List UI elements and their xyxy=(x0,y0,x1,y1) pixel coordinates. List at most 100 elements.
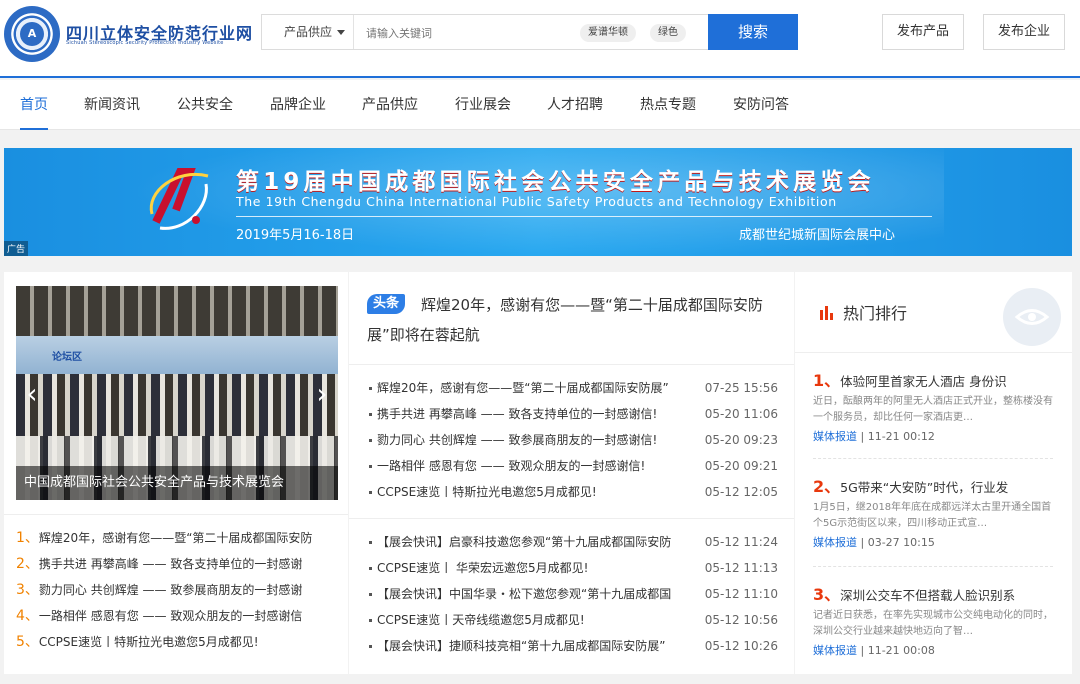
publish-company-button[interactable]: 发布企业 xyxy=(983,14,1065,50)
news-date: 05-12 10:56 xyxy=(704,613,778,627)
news-row[interactable]: 携手共进 再攀高峰 —— 致各支持单位的一封感谢信! 05-20 11:06 xyxy=(349,401,794,427)
news-title: 一路相伴 感恩有您 —— 致观众朋友的一封感谢信! xyxy=(377,459,646,473)
banner-title: 第19届中国成都国际社会公共安全产品与技术展览会 xyxy=(236,169,875,195)
nav-item-qa[interactable]: 安防问答 xyxy=(733,80,789,130)
search-tag[interactable]: 绿色 xyxy=(650,24,686,42)
bullet-icon xyxy=(369,413,372,416)
banner-venue: 成都世纪城新国际会展中心 xyxy=(739,228,896,243)
news-date: 05-12 12:05 xyxy=(704,485,778,499)
feature-caption[interactable]: 中国成都国际社会公共安全产品与技术展览会 xyxy=(16,466,338,500)
news-title: CCPSE速览丨 华荣宏远邀您5月成都见! xyxy=(377,561,589,575)
search-button[interactable]: 搜索 xyxy=(708,14,798,50)
bullet-icon xyxy=(369,593,372,596)
hot-number: 3、 xyxy=(813,585,841,604)
hot-source-link[interactable]: 媒体报道 xyxy=(813,644,857,657)
rank-title: 携手共进 再攀高峰 —— 致各支持单位的一封感谢 xyxy=(38,557,303,571)
hot-item[interactable]: 2、5G带来“大安防”时代，行业发 1月5日，继2018年年底在成都远洋太古里开… xyxy=(813,478,1053,550)
nav-item-exhibitions[interactable]: 行业展会 xyxy=(455,80,511,130)
news-row[interactable]: CCPSE速览丨特斯拉光电邀您5月成都见! 05-12 12:05 xyxy=(349,479,794,505)
hot-heading: 热门排行 xyxy=(843,304,908,323)
divider xyxy=(813,458,1053,459)
search-input[interactable] xyxy=(366,24,566,42)
search-tag[interactable]: 爱谱华顿 xyxy=(580,24,636,42)
feature-slideshow[interactable]: 论坛区 ‹ › 中国成都国际社会公共安全产品与技术展览会 xyxy=(16,286,338,500)
photo-wall-text: 论坛区 xyxy=(52,352,82,363)
news-list-bottom: 【展会快讯】启豪科技邀您参观“第十九届成都国际安防 05-12 11:24 CCP… xyxy=(349,518,794,659)
hot-ranking-panel: 热门排行 1、体验阿里首家无人酒店 身份识 近日，酝酿两年的阿里无人酒店正式开业… xyxy=(795,272,1072,674)
nav-item-products[interactable]: 产品供应 xyxy=(362,80,418,130)
bullet-icon xyxy=(369,541,372,544)
list-item[interactable]: 4、一路相伴 感恩有您 —— 致观众朋友的一封感谢信 xyxy=(4,603,348,629)
nav-item-home[interactable]: 首页 xyxy=(20,80,48,130)
hot-number: 2、 xyxy=(813,477,841,496)
bullet-icon xyxy=(369,387,372,390)
main-nav: 首页 新闻资讯 公共安全 品牌企业 产品供应 行业展会 人才招聘 热点专题 安防… xyxy=(0,80,1080,130)
list-item[interactable]: 3、勠力同心 共创辉煌 —— 致参展商朋友的一封感谢 xyxy=(4,577,348,603)
rank-number: 1、 xyxy=(16,530,39,546)
hot-item[interactable]: 1、体验阿里首家无人酒店 身份识 近日，酝酿两年的阿里无人酒店正式开业，整栋楼没… xyxy=(813,372,1053,444)
news-title: 【展会快讯】中国华录・松下邀您参观“第十九届成都国 xyxy=(377,587,672,601)
rank-list: 1、辉煌20年，感谢有您——暨“第二十届成都国际安防 2、携手共进 再攀高峰 —… xyxy=(4,514,348,655)
news-date: 05-12 11:24 xyxy=(704,535,778,549)
bullet-icon xyxy=(369,645,372,648)
news-row[interactable]: 辉煌20年，感谢有您——暨“第二十届成都国际安防展” 07-25 15:56 xyxy=(349,375,794,401)
news-row[interactable]: CCPSE速览丨 华荣宏远邀您5月成都见! 05-12 11:13 xyxy=(349,555,794,581)
news-title: 携手共进 再攀高峰 —— 致各支持单位的一封感谢信! xyxy=(377,407,658,421)
hot-description: 1月5日，继2018年年底在成都远洋太古里开通全国首个5G示范街区以来，四川移动… xyxy=(813,502,1052,529)
list-item[interactable]: 1、辉煌20年，感谢有您——暨“第二十届成都国际安防 xyxy=(4,525,348,551)
search-category-label: 产品供应 xyxy=(284,25,333,39)
ad-label: 广告 xyxy=(4,241,29,256)
hot-item[interactable]: 3、深圳公交车不但搭载人脸识别系 记者近日获悉，在率先实现城市公交纯电动化的同时… xyxy=(813,586,1053,658)
exhibition-banner[interactable]: 第19届中国成都国际社会公共安全产品与技术展览会 The 19th Chengd… xyxy=(4,148,1072,256)
hot-description: 记者近日获悉，在率先实现城市公交纯电动化的同时，深圳公交行业越来越快地迈向了智… xyxy=(813,610,1053,637)
nav-item-public-safety[interactable]: 公共安全 xyxy=(177,80,233,130)
chevron-right-icon[interactable]: › xyxy=(310,374,334,414)
hot-title: 5G带来“大安防”时代，行业发 xyxy=(840,480,1009,495)
news-row[interactable]: 勠力同心 共创辉煌 —— 致参展商朋友的一封感谢信! 05-20 09:23 xyxy=(349,427,794,453)
eye-icon xyxy=(1014,309,1050,325)
hot-source-link[interactable]: 媒体报道 xyxy=(813,430,857,443)
site-header: A 四川立体安全防范行业网 Sichuan Stereoscopic Secur… xyxy=(0,0,1080,78)
news-row[interactable]: 【展会快讯】捷顺科技亮相“第十九届成都国际安防展” 05-12 10:26 xyxy=(349,633,794,659)
divider xyxy=(813,566,1053,567)
left-column: 论坛区 ‹ › 中国成都国际社会公共安全产品与技术展览会 1、辉煌20年，感谢有… xyxy=(4,272,348,674)
news-row[interactable]: 【展会快讯】中国华录・松下邀您参观“第十九届成都国 05-12 11:10 xyxy=(349,581,794,607)
news-row[interactable]: 一路相伴 感恩有您 —— 致观众朋友的一封感谢信! 05-20 09:21 xyxy=(349,453,794,479)
site-subtitle: Sichuan Stereoscopic Security Protection… xyxy=(66,40,224,46)
nav-item-jobs[interactable]: 人才招聘 xyxy=(547,80,603,130)
news-list-top: 辉煌20年，感谢有您——暨“第二十届成都国际安防展” 07-25 15:56 携手… xyxy=(349,364,794,505)
hot-source-link[interactable]: 媒体报道 xyxy=(813,536,857,549)
news-date: 05-20 09:21 xyxy=(704,459,778,473)
nav-item-news[interactable]: 新闻资讯 xyxy=(84,80,140,130)
search-category-select[interactable]: 产品供应 xyxy=(262,15,354,49)
logo-emblem-icon: A xyxy=(20,22,44,46)
nav-item-topics[interactable]: 热点专题 xyxy=(640,80,696,130)
bullet-icon xyxy=(369,439,372,442)
news-date: 05-12 11:13 xyxy=(704,561,778,575)
news-date: 05-20 11:06 xyxy=(704,407,778,421)
site-logo[interactable]: A xyxy=(4,6,60,62)
publish-product-button[interactable]: 发布产品 xyxy=(882,14,964,50)
hot-time: 11-21 00:08 xyxy=(867,644,935,657)
bar-chart-icon xyxy=(820,306,833,320)
banner-divider xyxy=(236,216,932,217)
rank-title: 一路相伴 感恩有您 —— 致观众朋友的一封感谢信 xyxy=(38,609,303,623)
list-item[interactable]: 2、携手共进 再攀高峰 —— 致各支持单位的一封感谢 xyxy=(4,551,348,577)
divider xyxy=(795,352,1072,353)
bullet-icon xyxy=(369,619,372,622)
news-row[interactable]: 【展会快讯】启豪科技邀您参观“第十九届成都国际安防 05-12 11:24 xyxy=(349,529,794,555)
rank-title: CCPSE速览丨特斯拉光电邀您5月成都见! xyxy=(38,635,259,649)
headline-title[interactable]: 辉煌20年，感谢有您——暨“第二十届成都国际安防展”即将在蓉起航 xyxy=(367,290,777,350)
nav-item-brands[interactable]: 品牌企业 xyxy=(270,80,326,130)
photo-wall: 论坛区 xyxy=(16,336,338,376)
news-title: 【展会快讯】启豪科技邀您参观“第十九届成都国际安防 xyxy=(377,535,672,549)
rank-number: 3、 xyxy=(16,582,39,598)
chevron-left-icon[interactable]: ‹ xyxy=(20,374,44,414)
news-date: 05-12 10:26 xyxy=(704,639,778,653)
banner-subtitle: The 19th Chengdu China International Pub… xyxy=(236,194,837,209)
news-date: 05-20 09:23 xyxy=(704,433,778,447)
news-row[interactable]: CCPSE速览丨天帝线缆邀您5月成都见! 05-12 10:56 xyxy=(349,607,794,633)
headline-badge: 头条 xyxy=(367,294,406,314)
list-item[interactable]: 5、CCPSE速览丨特斯拉光电邀您5月成都见! xyxy=(4,629,348,655)
rank-title: 辉煌20年，感谢有您——暨“第二十届成都国际安防 xyxy=(38,531,313,545)
